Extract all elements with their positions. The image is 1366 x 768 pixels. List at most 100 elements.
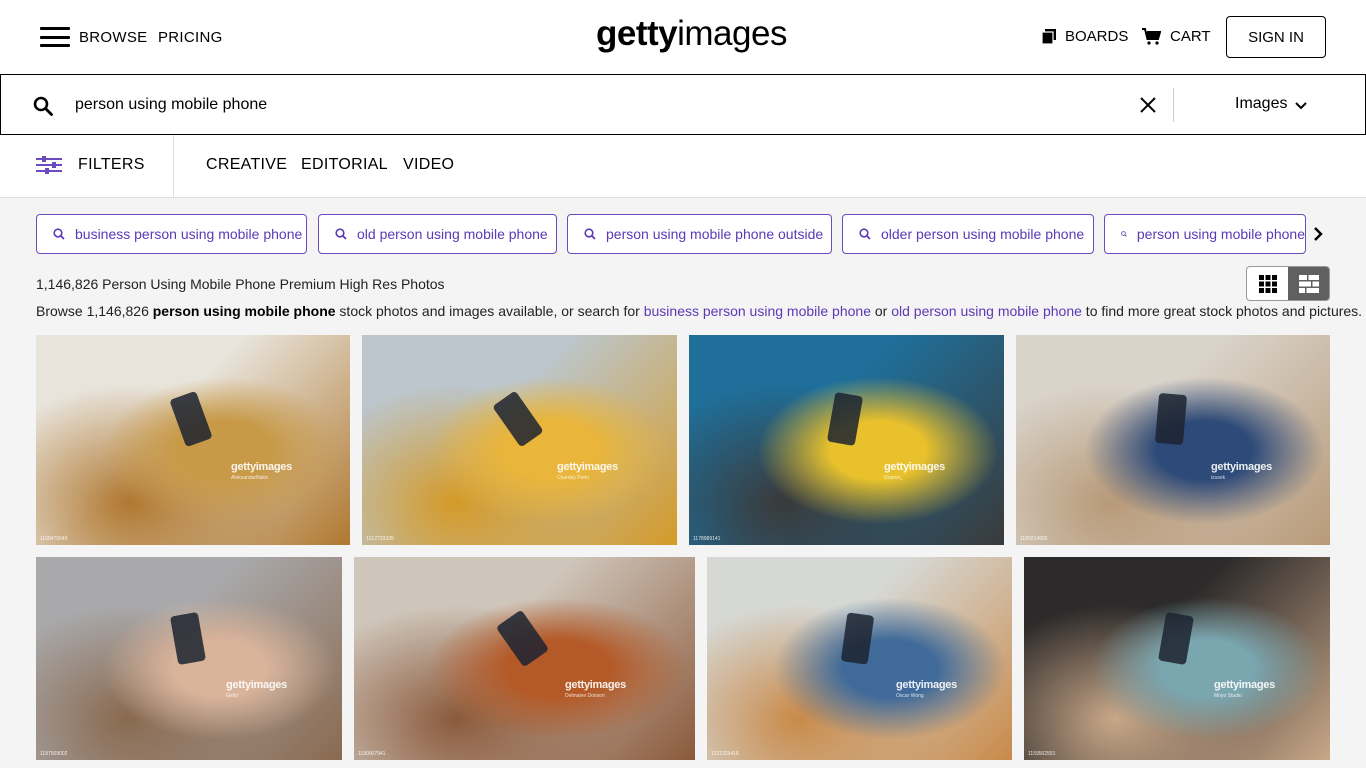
image-id: 1187509002	[40, 751, 68, 757]
logo-light-text: images	[677, 14, 787, 53]
search-icon[interactable]	[33, 96, 53, 116]
search-icon	[584, 228, 596, 240]
image-watermark: gettyimages	[226, 679, 287, 691]
grid-icon	[1258, 274, 1277, 293]
image-id: 1168475549	[40, 536, 68, 542]
browse-or: or	[870, 303, 892, 319]
boards-icon	[1042, 29, 1056, 44]
related-search-pill[interactable]: person using mobile phone	[1104, 214, 1306, 254]
image-result-tile[interactable]: gettyimages Charday Penn 1312733325	[362, 335, 677, 545]
cart-label: CART	[1170, 28, 1211, 45]
search-icon	[335, 228, 347, 240]
image-watermark: gettyimages	[896, 679, 957, 691]
browse-suffix: to find more great stock photos and pict…	[1081, 303, 1363, 319]
image-credit: AleksandarNakic	[231, 475, 269, 481]
cart-icon	[1142, 28, 1161, 45]
image-result-tile[interactable]: gettyimages Moyo Studio 1159502551	[1024, 557, 1330, 760]
image-credit: Delmaine Donson	[565, 693, 605, 699]
image-id: 1312733325	[366, 536, 394, 542]
chevron-right-icon[interactable]	[1313, 226, 1323, 242]
image-watermark: gettyimages	[884, 461, 945, 473]
image-credit: Oscar Wong	[896, 693, 924, 699]
filters-label: FILTERS	[78, 156, 145, 173]
phone-shape	[169, 611, 207, 666]
clear-search-icon[interactable]	[1139, 96, 1157, 114]
browse-mid: stock photos and images available, or se…	[335, 303, 644, 319]
image-result-tile[interactable]: gettyimages Delmaine Donson 1190007941	[354, 557, 695, 760]
search-icon	[1121, 231, 1127, 237]
view-toggle	[1246, 266, 1330, 301]
image-credit: izusek	[1211, 475, 1226, 481]
boards-label: BOARDS	[1065, 28, 1129, 45]
image-credit: Drazen_	[884, 475, 903, 481]
browse-link-old-person[interactable]: old person using mobile phone	[891, 303, 1082, 319]
tab-creative[interactable]: CREATIVE	[206, 156, 287, 174]
media-type-label: Images	[1235, 95, 1288, 112]
search-bar: Images	[0, 74, 1366, 135]
sign-in-button[interactable]: SIGN IN	[1226, 16, 1326, 58]
phone-shape	[826, 391, 864, 447]
result-count-heading: 1,146,826 Person Using Mobile Phone Prem…	[36, 276, 445, 292]
mosaic-icon	[1298, 274, 1319, 293]
logo-bold-text: getty	[596, 14, 678, 53]
search-input[interactable]	[75, 92, 1115, 118]
image-watermark: gettyimages	[1211, 461, 1272, 473]
media-type-dropdown[interactable]: Images	[1235, 95, 1308, 113]
image-watermark: gettyimages	[1214, 679, 1275, 691]
browse-term: person using mobile phone	[152, 303, 336, 319]
related-search-pill[interactable]: older person using mobile phone	[842, 214, 1094, 254]
hamburger-menu-icon[interactable]	[40, 27, 70, 47]
related-search-label: person using mobile phone	[1136, 226, 1305, 242]
related-search-label: business person using mobile phone	[75, 226, 303, 242]
related-search-label: old person using mobile phone	[357, 226, 548, 242]
phone-shape	[492, 390, 544, 448]
image-credit: Getty	[226, 693, 238, 699]
image-id: 1221325418	[711, 751, 739, 757]
image-credit: Charday Penn	[557, 475, 589, 481]
top-header: BROWSE PRICING gettyimages BOARDS CART S…	[0, 0, 1366, 74]
image-id: 1159502551	[1028, 751, 1056, 757]
tab-video[interactable]: VIDEO	[403, 156, 454, 174]
phone-shape	[1154, 392, 1188, 446]
getty-images-logo[interactable]: gettyimages	[596, 14, 787, 54]
search-icon	[53, 228, 65, 240]
search-divider	[1173, 88, 1174, 122]
chevron-down-icon	[1295, 102, 1308, 110]
image-result-tile[interactable]: gettyimages Getty 1187509002	[36, 557, 342, 760]
related-search-pill[interactable]: old person using mobile phone	[318, 214, 557, 254]
phone-shape	[1157, 611, 1195, 666]
related-search-pill[interactable]: person using mobile phone outside	[567, 214, 832, 254]
related-search-label: person using mobile phone outside	[606, 226, 824, 242]
sliders-icon	[36, 156, 62, 174]
browse-description: Browse 1,146,826 person using mobile pho…	[36, 303, 1362, 319]
related-search-pill[interactable]: business person using mobile phone	[36, 214, 307, 254]
boards-link[interactable]: BOARDS	[1042, 28, 1128, 45]
image-watermark: gettyimages	[557, 461, 618, 473]
browse-link-business-person[interactable]: business person using mobile phone	[644, 303, 871, 319]
image-id: 1190007941	[358, 751, 386, 757]
image-id: 1189214920	[1020, 536, 1048, 542]
filters-button[interactable]: FILTERS	[36, 156, 145, 174]
search-icon	[859, 228, 871, 240]
cart-link[interactable]: CART	[1142, 28, 1211, 45]
image-result-tile[interactable]: gettyimages Drazen_ 1178989141	[689, 335, 1004, 545]
image-result-tile[interactable]: gettyimages AleksandarNakic 1168475549	[36, 335, 350, 545]
phone-shape	[495, 609, 550, 668]
related-search-label: older person using mobile phone	[881, 226, 1085, 242]
image-result-tile[interactable]: gettyimages Oscar Wong 1221325418	[707, 557, 1012, 760]
image-id: 1178989141	[693, 536, 721, 542]
image-credit: Moyo Studio	[1214, 693, 1242, 699]
image-watermark: gettyimages	[565, 679, 626, 691]
image-watermark: gettyimages	[231, 461, 292, 473]
phone-shape	[169, 390, 213, 448]
grid-view-button[interactable]	[1247, 267, 1288, 300]
pricing-link[interactable]: PRICING	[158, 29, 223, 46]
filter-divider	[173, 135, 174, 198]
phone-shape	[840, 612, 875, 665]
browse-prefix: Browse 1,146,826	[36, 303, 153, 319]
filter-bar: FILTERS CREATIVE EDITORIAL VIDEO	[0, 135, 1366, 198]
tab-editorial[interactable]: EDITORIAL	[301, 156, 388, 174]
browse-link[interactable]: BROWSE	[79, 29, 147, 46]
mosaic-view-button[interactable]	[1288, 267, 1329, 300]
image-result-tile[interactable]: gettyimages izusek 1189214920	[1016, 335, 1330, 545]
